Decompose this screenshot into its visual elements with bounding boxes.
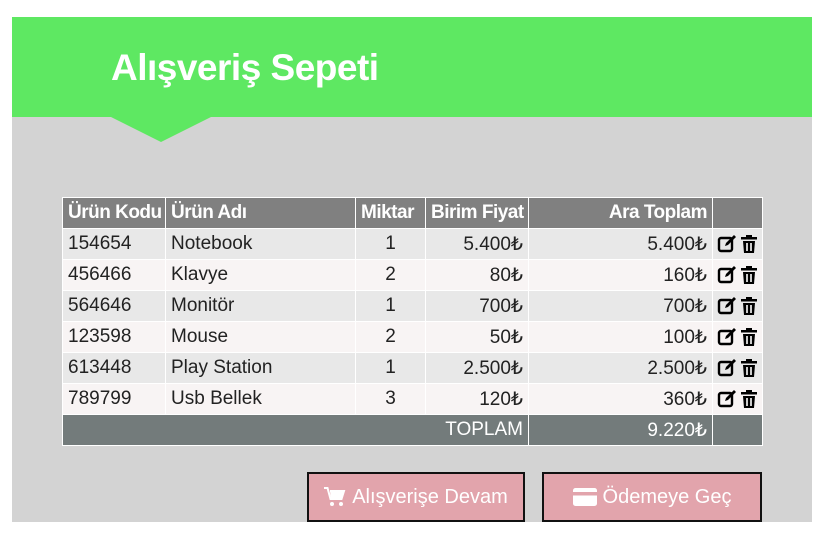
subtotal: 700₺: [528, 290, 713, 322]
footer-empty-cell: [712, 414, 763, 446]
unit-price: 120₺: [425, 383, 529, 415]
cart-icon: [324, 487, 346, 507]
product-name: Mouse: [165, 321, 356, 353]
table-row: 564646 Monitör 1 700₺ 700₺: [62, 290, 763, 322]
product-name: Notebook: [165, 228, 356, 260]
quantity: 1: [355, 290, 426, 322]
table-row: 154654 Notebook 1 5.400₺ 5.400₺: [62, 228, 763, 260]
product-code: 456466: [62, 259, 166, 291]
unit-price: 50₺: [425, 321, 529, 353]
row-actions: [712, 290, 763, 322]
subtotal: 100₺: [528, 321, 713, 353]
continue-shopping-button[interactable]: Alışverişe Devam: [307, 472, 525, 522]
header-pointer: [111, 117, 211, 142]
subtotal: 160₺: [528, 259, 713, 291]
product-code: 613448: [62, 352, 166, 384]
subtotal: 360₺: [528, 383, 713, 415]
cart-table: Ürün Kodu Ürün Adı Miktar Birim Fiyat Ar…: [62, 197, 763, 446]
cart-table-body: 154654 Notebook 1 5.400₺ 5.400₺ 456466 Klavye 2…: [62, 228, 763, 415]
trash-icon[interactable]: [739, 265, 759, 285]
table-row: 456466 Klavye 2 80₺ 160₺: [62, 259, 763, 291]
table-row: 123598 Mouse 2 50₺ 100₺: [62, 321, 763, 353]
col-header-product-code: Ürün Kodu: [62, 197, 166, 229]
product-code: 564646: [62, 290, 166, 322]
table-header-row: Ürün Kodu Ürün Adı Miktar Birim Fiyat Ar…: [62, 197, 763, 229]
unit-price: 700₺: [425, 290, 529, 322]
col-header-product-name: Ürün Adı: [165, 197, 356, 229]
col-header-unit-price: Birim Fiyat: [425, 197, 529, 229]
total-value: 9.220₺: [528, 414, 713, 446]
edit-icon[interactable]: [717, 265, 737, 285]
edit-icon[interactable]: [717, 296, 737, 316]
total-label: TOPLAM: [62, 414, 529, 446]
subtotal: 5.400₺: [528, 228, 713, 260]
page-title: Alışveriş Sepeti: [111, 47, 379, 88]
product-name: Play Station: [165, 352, 356, 384]
checkout-label: Ödemeye Geç: [602, 485, 732, 508]
product-code: 123598: [62, 321, 166, 353]
credit-card-icon: [572, 488, 597, 506]
product-code: 789799: [62, 383, 166, 415]
trash-icon[interactable]: [739, 389, 759, 409]
checkout-button[interactable]: Ödemeye Geç: [542, 472, 762, 522]
row-actions: [712, 383, 763, 415]
continue-shopping-label: Alışverişe Devam: [352, 485, 508, 508]
quantity: 2: [355, 321, 426, 353]
unit-price: 80₺: [425, 259, 529, 291]
trash-icon[interactable]: [739, 358, 759, 378]
product-code: 154654: [62, 228, 166, 260]
quantity: 2: [355, 259, 426, 291]
edit-icon[interactable]: [717, 234, 737, 254]
col-header-quantity: Miktar: [355, 197, 426, 229]
product-name: Klavye: [165, 259, 356, 291]
trash-icon[interactable]: [739, 327, 759, 347]
table-footer-row: TOPLAM 9.220₺: [62, 414, 763, 446]
quantity: 1: [355, 352, 426, 384]
page-header: Alışveriş Sepeti: [12, 17, 812, 117]
row-actions: [712, 352, 763, 384]
table-row: 613448 Play Station 1 2.500₺ 2.500₺: [62, 352, 763, 384]
product-name: Usb Bellek: [165, 383, 356, 415]
unit-price: 5.400₺: [425, 228, 529, 260]
product-name: Monitör: [165, 290, 356, 322]
col-header-subtotal: Ara Toplam: [528, 197, 713, 229]
row-actions: [712, 259, 763, 291]
row-actions: [712, 321, 763, 353]
subtotal: 2.500₺: [528, 352, 713, 384]
trash-icon[interactable]: [739, 296, 759, 316]
edit-icon[interactable]: [717, 327, 737, 347]
unit-price: 2.500₺: [425, 352, 529, 384]
quantity: 1: [355, 228, 426, 260]
table-row: 789799 Usb Bellek 3 120₺ 360₺: [62, 383, 763, 415]
row-actions: [712, 228, 763, 260]
quantity: 3: [355, 383, 426, 415]
trash-icon[interactable]: [739, 234, 759, 254]
edit-icon[interactable]: [717, 389, 737, 409]
edit-icon[interactable]: [717, 358, 737, 378]
col-header-actions: [712, 197, 763, 229]
